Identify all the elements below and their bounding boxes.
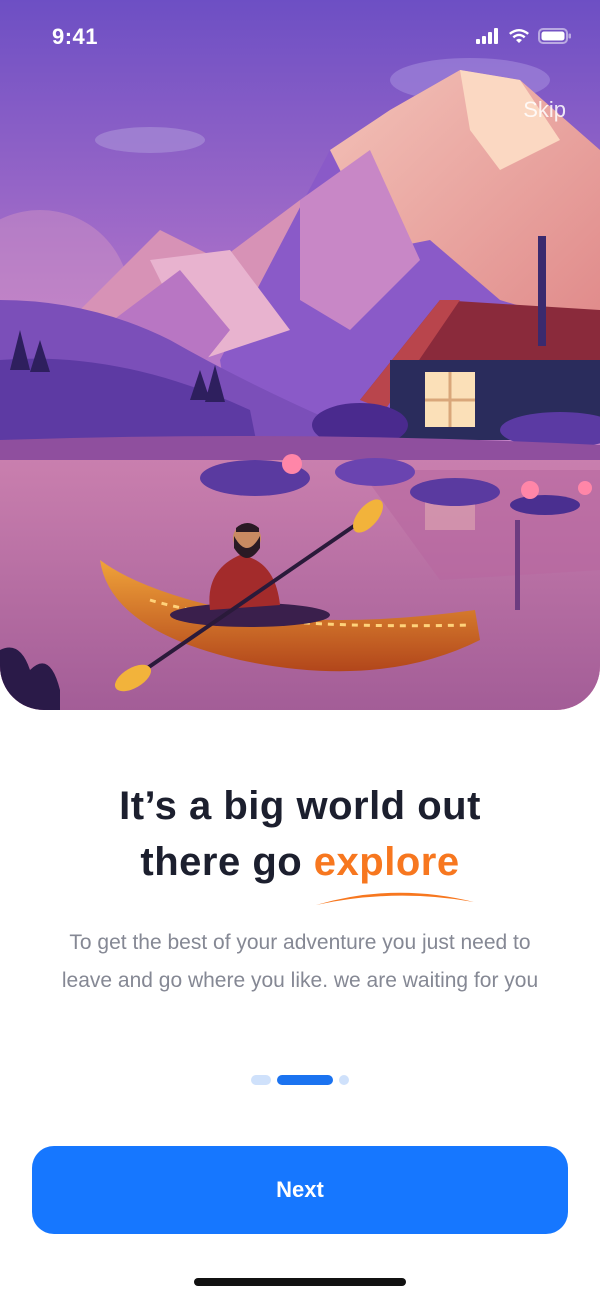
title-line-1: It’s a big world out [119, 784, 481, 828]
title-line-2: there go explore [0, 834, 600, 890]
status-time: 9:41 [52, 24, 99, 49]
hero-illustration [0, 0, 600, 710]
page-indicator [0, 1075, 600, 1085]
title-line-2-prefix: there go [140, 840, 314, 884]
page-dot-3[interactable] [339, 1075, 349, 1085]
home-indicator [194, 1278, 406, 1286]
status-bar: 9:41 [0, 0, 600, 80]
skip-link[interactable]: Skip [523, 97, 566, 123]
accent-underline-swoosh [316, 892, 474, 905]
onboarding-subtitle: To get the best of your adventure you ju… [61, 931, 539, 992]
signal-icon [476, 28, 498, 44]
page-dot-1[interactable] [251, 1075, 271, 1085]
status-icons [476, 28, 572, 44]
title-accent-word: explore [313, 840, 460, 884]
page-dot-2-active[interactable] [277, 1075, 333, 1085]
onboarding-title: It’s a big world out there go explore [0, 778, 600, 890]
wifi-icon [509, 29, 529, 43]
battery-icon [538, 28, 571, 44]
mountain-lake-illustration [0, 0, 600, 710]
next-button[interactable]: Next [32, 1146, 568, 1234]
